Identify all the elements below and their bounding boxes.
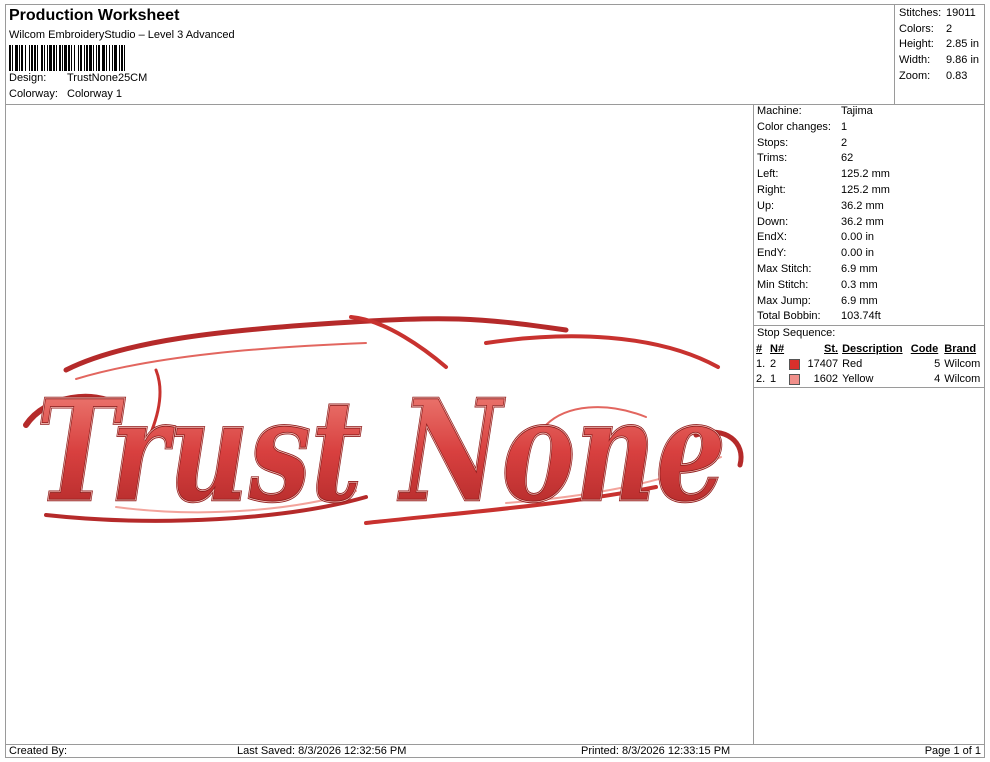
col-stitches: St.	[824, 343, 839, 356]
info-row: Up: 36.2 mm	[757, 199, 884, 212]
stop-sequence: Stop Sequence: # N# St. Description Code…	[754, 325, 985, 388]
worksheet-header: Production Worksheet Wilcom EmbroiderySt…	[5, 4, 895, 104]
info-row: Trims: 62	[757, 152, 854, 165]
summary-colors: Colors: 2	[899, 22, 953, 35]
stop-sequence-title: Stop Sequence:	[757, 327, 836, 340]
info-row: EndY: 0.00 in	[757, 247, 875, 260]
colorway-row: Colorway: Colorway 1	[9, 88, 122, 100]
col-swatch	[787, 342, 803, 357]
summary-height: Height: 2.85 in	[899, 38, 980, 51]
page-number: Page 1 of 1	[924, 745, 981, 757]
software-name: Wilcom EmbroideryStudio – Level 3 Advanc…	[9, 29, 235, 41]
info-row: EndX: 0.00 in	[757, 231, 875, 244]
stop-sequence-table: # N# St. Description Code Brand 1. 2 174…	[754, 342, 985, 387]
summary-panel: Stitches: 19011 Colors: 2 Height: 2.85 in W…	[894, 4, 985, 104]
col-brand: Brand	[944, 343, 977, 356]
info-row: Max Stitch: 6.9 mm	[757, 262, 878, 275]
machine-info-panel: Machine: Tajima Color changes: 1 Stops: 2 T…	[754, 104, 985, 388]
machine-info-list: Machine: Tajima Color changes: 1 Stops: 2 T…	[754, 104, 985, 325]
design-name-row: Design: TrustNone25CM	[9, 72, 147, 84]
col-needle: N#	[770, 343, 785, 356]
info-row: Right: 125.2 mm	[757, 183, 890, 196]
col-index: #	[756, 343, 763, 356]
design-lettering-highlight: Trust None	[36, 370, 726, 534]
color-swatch	[789, 374, 801, 386]
info-row: Stops: 2	[757, 136, 848, 149]
table-row: 1. 2 17407 Red 5 Wilcom	[756, 358, 981, 371]
info-row: Min Stitch: 0.3 mm	[757, 278, 878, 291]
colorway-label: Colorway:	[9, 88, 58, 100]
col-code: Code	[910, 343, 939, 356]
created-by: Created By:	[9, 745, 68, 757]
info-row: Machine: Tajima	[757, 105, 873, 117]
barcode-image	[9, 45, 125, 71]
page-title: Production Worksheet	[9, 7, 180, 24]
worksheet-footer: Created By: Last Saved: 8/3/2026 12:32:5…	[5, 744, 985, 758]
colorway-value: Colorway 1	[67, 88, 123, 100]
info-row: Down: 36.2 mm	[757, 215, 884, 228]
design-preview: Trust None Trust None	[6, 105, 753, 744]
info-row: Color changes: 1	[757, 120, 848, 133]
table-header-row: # N# St. Description Code Brand	[754, 342, 985, 357]
table-row: 2. 1 1602 Yellow 4 Wilcom	[756, 373, 981, 386]
printed-date: Printed: 8/3/2026 12:33:15 PM	[581, 745, 731, 757]
summary-stitches: Stitches: 19011	[899, 7, 976, 19]
col-description: Description	[842, 343, 903, 356]
embroidery-design-image: Trust None Trust None	[23, 315, 744, 535]
info-row: Left: 125.2 mm	[757, 168, 890, 181]
color-swatch	[789, 359, 801, 371]
info-row: Max Jump: 6.9 mm	[757, 294, 878, 307]
summary-width: Width: 9.86 in	[899, 54, 980, 67]
last-saved: Last Saved: 8/3/2026 12:32:56 PM	[237, 745, 407, 757]
summary-zoom: Zoom: 0.83	[899, 69, 968, 82]
info-row: Total Bobbin: 103.74ft	[757, 310, 881, 323]
design-label: Design:	[9, 72, 47, 84]
design-value: TrustNone25CM	[67, 72, 148, 84]
stop-sequence-divider	[754, 386, 985, 388]
